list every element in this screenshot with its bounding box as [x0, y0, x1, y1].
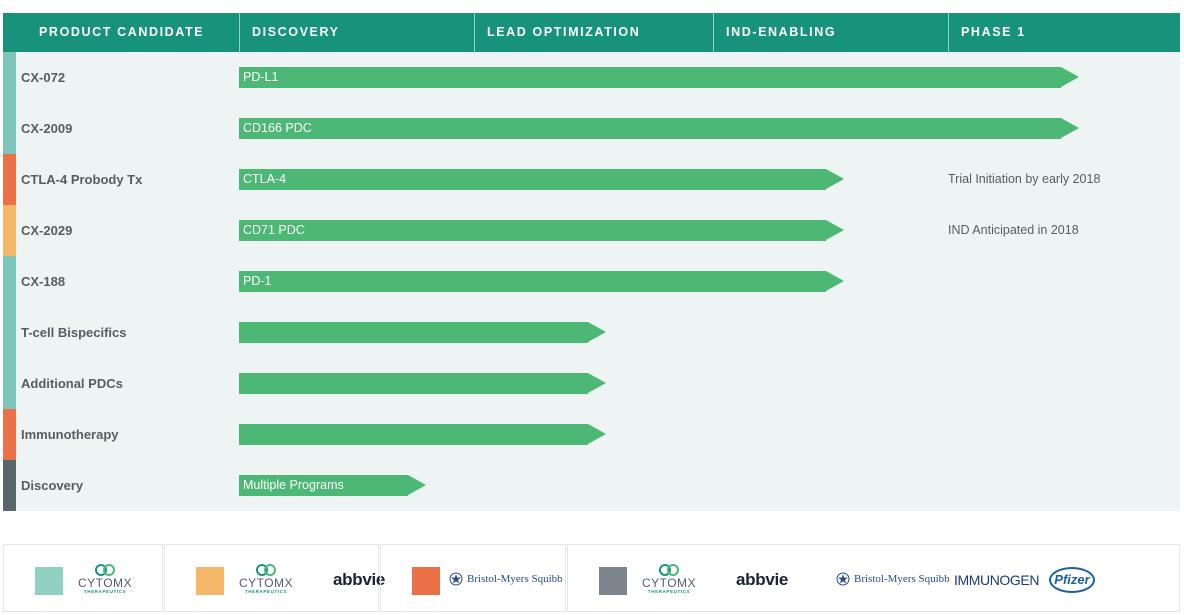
partner-color-swatch — [599, 567, 627, 595]
pipeline-row: T-cell Bispecifics — [3, 307, 1180, 358]
milestone-note: IND Anticipated in 2018 — [948, 223, 1079, 237]
target-label: CD166 PDC — [243, 121, 312, 135]
row-category-stripe — [3, 460, 16, 511]
pipeline-row: Discovery Multiple Programs — [3, 460, 1180, 511]
progress-bar: PD-L1 — [239, 67, 1079, 88]
product-candidate-name: CX-2029 — [21, 223, 73, 238]
product-candidate-name: Additional PDCs — [21, 376, 123, 391]
partner-group: CYTOMX THERAPEUTICS — [3, 544, 163, 612]
target-label: CTLA-4 — [243, 172, 287, 186]
bms-wordmark: Bristol-Myers Squibb — [854, 573, 950, 585]
row-category-stripe — [3, 358, 16, 409]
product-candidate-name: CX-188 — [21, 274, 66, 289]
bms-star-icon — [836, 572, 850, 586]
partner-group: CYTOMX THERAPEUTICS abbvie Bristol-Myers Sq… — [567, 544, 1180, 612]
target-label: Multiple Programs — [243, 478, 344, 492]
product-candidate-name: Discovery — [21, 478, 84, 493]
cytomx-logo: CYTOMX THERAPEUTICS — [72, 564, 138, 595]
pipeline-row: CX-2009 CD166 PDC — [3, 103, 1180, 154]
header-lead-optimization: LEAD OPTIMIZATION — [474, 13, 713, 52]
partner-color-swatch — [35, 567, 63, 595]
product-candidate-name: CX-072 — [21, 70, 66, 85]
progress-bar: Multiple Programs — [239, 475, 426, 496]
row-category-stripe — [3, 52, 16, 103]
partner-group: CYTOMX THERAPEUTICS abbvie — [164, 544, 385, 612]
progress-bar — [239, 424, 606, 445]
pipeline-row: CX-2029 CD71 PDC IND Anticipated in 2018 — [3, 205, 1180, 256]
target-label: PD-1 — [243, 274, 272, 288]
product-candidate-name: CTLA-4 Probody Tx — [21, 172, 143, 187]
partner-logos: CYTOMX THERAPEUTICS CYTOMX THERAPEUTICS abbv… — [3, 544, 1180, 614]
cytomx-mark-icon — [659, 564, 679, 576]
cytomx-wordmark: CYTOMX — [77, 576, 133, 590]
abbvie-logo: abbvie — [736, 570, 789, 589]
header-phase-1: PHASE 1 — [948, 13, 1180, 52]
cytomx-logo: CYTOMX THERAPEUTICS — [636, 564, 702, 595]
immunogen-logo: IMMUNOGEN — [954, 572, 1040, 588]
partner-color-swatch — [196, 567, 224, 595]
abbvie-logo: abbvie — [333, 570, 386, 589]
pipeline-row: CTLA-4 Probody Tx CTLA-4 Trial Initiation … — [3, 154, 1180, 205]
bms-logo: Bristol-Myers Squibb — [836, 572, 950, 586]
cytomx-mark-icon — [95, 564, 115, 576]
row-category-stripe — [3, 154, 16, 205]
header-ind-enabling: IND-ENABLING — [713, 13, 948, 52]
pipeline-grid: CX-072 PD-L1 CX-2009 CD166 PDC CTLA-4 Probod… — [3, 52, 1180, 511]
row-category-stripe — [3, 307, 16, 358]
cytomx-logo: CYTOMX THERAPEUTICS — [233, 564, 299, 595]
product-candidate-name: CX-2009 — [21, 121, 73, 136]
row-category-stripe — [3, 409, 16, 460]
product-candidate-name: T-cell Bispecifics — [21, 325, 127, 340]
product-candidate-name: Immunotherapy — [21, 427, 119, 442]
row-category-stripe — [3, 256, 16, 307]
progress-bar: CTLA-4 — [239, 169, 844, 190]
pipeline-header: PRODUCT CANDIDATE DISCOVERY LEAD OPTIMIZ… — [3, 13, 1180, 52]
target-label: CD71 PDC — [243, 223, 305, 237]
header-discovery: DISCOVERY — [239, 13, 474, 52]
cytomx-wordmark: CYTOMX — [641, 576, 697, 590]
cytomx-wordmark: CYTOMX — [238, 576, 294, 590]
progress-bar: CD166 PDC — [239, 118, 1079, 139]
progress-bar — [239, 322, 606, 343]
bms-star-icon — [449, 572, 463, 586]
milestone-note: Trial Initiation by early 2018 — [948, 172, 1101, 186]
bms-logo: Bristol-Myers Squibb — [449, 572, 563, 586]
pfizer-logo: Pfizer — [1049, 567, 1095, 593]
partner-group: Bristol-Myers Squibb — [380, 544, 566, 612]
progress-bar — [239, 373, 606, 394]
progress-bar: PD-1 — [239, 271, 844, 292]
header-product-candidate: PRODUCT CANDIDATE — [39, 25, 205, 39]
row-category-stripe — [3, 103, 16, 154]
bms-wordmark: Bristol-Myers Squibb — [467, 573, 563, 585]
target-label: PD-L1 — [243, 70, 279, 84]
partner-color-swatch — [412, 567, 440, 595]
pipeline-row: Additional PDCs — [3, 358, 1180, 409]
pipeline-row: Immunotherapy — [3, 409, 1180, 460]
row-category-stripe — [3, 205, 16, 256]
cytomx-mark-icon — [256, 564, 276, 576]
pipeline-row: CX-188 PD-1 — [3, 256, 1180, 307]
pipeline-row: CX-072 PD-L1 — [3, 52, 1180, 103]
progress-bar: CD71 PDC — [239, 220, 844, 241]
